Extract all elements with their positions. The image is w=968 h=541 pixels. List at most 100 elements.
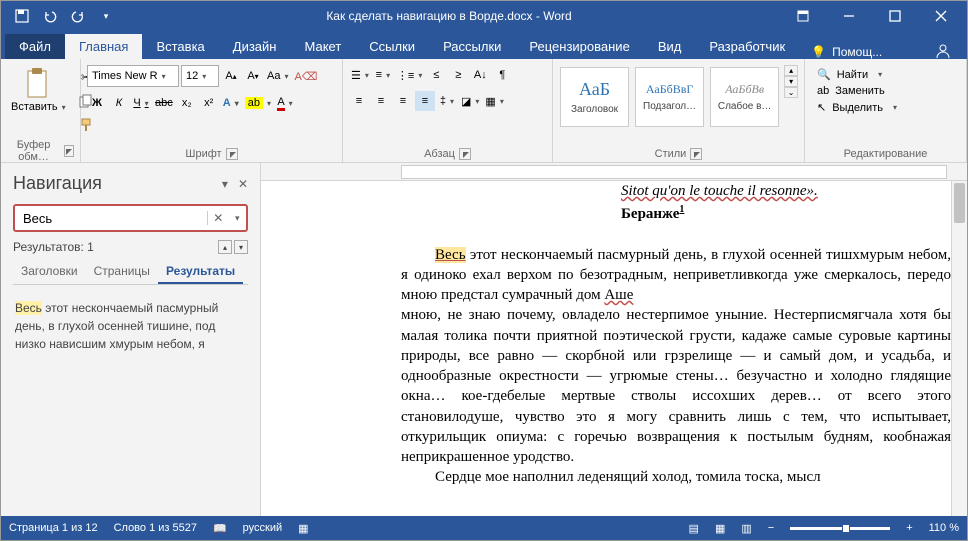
zoom-slider[interactable] xyxy=(790,527,890,530)
paste-button[interactable]: Вставить▾ xyxy=(7,65,70,115)
body-paragraph: Сердце мое наполнил леденящий холод, том… xyxy=(401,467,951,487)
tab-developer[interactable]: Разработчик xyxy=(695,34,799,59)
shrink-font-icon[interactable]: A▾ xyxy=(243,66,263,86)
nav-prev-result[interactable]: ▴ xyxy=(218,240,232,254)
text-effects-icon[interactable]: A▾ xyxy=(221,93,241,113)
status-macro-icon[interactable]: ▦ xyxy=(298,522,308,535)
show-marks-icon[interactable]: ¶ xyxy=(492,65,512,85)
font-name-combo[interactable]: Times New R▾ xyxy=(87,65,179,87)
nav-tab-headings[interactable]: Заголовки xyxy=(13,260,86,284)
tab-layout[interactable]: Макет xyxy=(290,34,355,59)
bold-button[interactable]: Ж xyxy=(87,93,107,113)
nav-tab-results[interactable]: Результаты xyxy=(158,260,243,284)
tab-view[interactable]: Вид xyxy=(644,34,696,59)
tab-design[interactable]: Дизайн xyxy=(219,34,291,59)
numbering-icon[interactable]: ≡▾ xyxy=(373,65,393,85)
account-icon[interactable] xyxy=(923,43,963,59)
status-page[interactable]: Страница 1 из 12 xyxy=(9,522,98,534)
strike-button[interactable]: abc xyxy=(153,93,175,113)
nav-tab-pages[interactable]: Страницы xyxy=(86,260,158,284)
tab-review[interactable]: Рецензирование xyxy=(515,34,643,59)
ribbon-tabs: Файл Главная Вставка Дизайн Макет Ссылки… xyxy=(1,31,967,59)
tab-insert[interactable]: Вставка xyxy=(142,34,218,59)
zoom-in-button[interactable]: + xyxy=(906,522,912,534)
view-web-icon[interactable]: ▥ xyxy=(741,522,751,535)
paragraph-launcher[interactable] xyxy=(459,148,471,160)
nav-search-clear[interactable]: ✕ xyxy=(207,211,228,225)
view-print-icon[interactable]: ▦ xyxy=(715,522,725,535)
font-launcher[interactable] xyxy=(226,148,238,160)
tab-home[interactable]: Главная xyxy=(65,34,142,59)
nav-next-result[interactable]: ▾ xyxy=(234,240,248,254)
ribbon-display-icon[interactable] xyxy=(781,2,825,30)
redo-icon[interactable] xyxy=(67,5,89,27)
sort-icon[interactable]: A↓ xyxy=(470,65,490,85)
search-icon: 🔍 xyxy=(817,68,831,81)
nav-close-icon[interactable]: ✕ xyxy=(238,177,248,191)
maximize-button[interactable] xyxy=(873,2,917,30)
decrease-indent-icon[interactable]: ≤ xyxy=(426,65,446,85)
nav-search-box: ✕ ▾ xyxy=(13,204,248,232)
nav-title: Навигация xyxy=(13,173,102,194)
close-button[interactable] xyxy=(919,2,963,30)
align-right-icon[interactable]: ≡ xyxy=(393,91,413,111)
subscript-button[interactable]: x₂ xyxy=(177,93,197,113)
align-justify-icon[interactable]: ≡ xyxy=(415,91,435,111)
view-read-icon[interactable]: ▤ xyxy=(689,522,699,535)
nav-results-count: Результатов: 1 xyxy=(13,240,94,254)
shading-icon[interactable]: ◪▾ xyxy=(459,91,481,111)
grow-font-icon[interactable]: A▴ xyxy=(221,66,241,86)
zoom-level[interactable]: 110 % xyxy=(929,522,959,534)
styles-launcher[interactable] xyxy=(690,148,702,160)
line-spacing-icon[interactable]: ‡▾ xyxy=(437,91,457,111)
highlight-icon[interactable]: ab▾ xyxy=(243,93,273,113)
tab-mailings[interactable]: Рассылки xyxy=(429,34,515,59)
window-title: Как сделать навигацию в Ворде.docx - Wor… xyxy=(117,9,781,23)
save-icon[interactable] xyxy=(11,5,33,27)
increase-indent-icon[interactable]: ≥ xyxy=(448,65,468,85)
nav-search-dropdown[interactable]: ▾ xyxy=(228,213,246,224)
document-scroll[interactable]: Sitot qu'on le touche il resonne». Беран… xyxy=(261,181,951,518)
horizontal-ruler[interactable] xyxy=(261,163,967,181)
cursor-icon: ↖ xyxy=(817,101,826,114)
align-left-icon[interactable]: ≡ xyxy=(349,91,369,111)
vertical-scrollbar[interactable] xyxy=(951,181,967,518)
status-words[interactable]: Слово 1 из 5527 xyxy=(114,522,197,534)
nav-menu-icon[interactable]: ▾ xyxy=(222,177,228,191)
bullets-icon[interactable]: ☰▾ xyxy=(349,65,371,85)
style-subtitle[interactable]: АаБбВвГПодзагол… xyxy=(635,67,704,127)
superscript-button[interactable]: x² xyxy=(199,93,219,113)
clipboard-launcher[interactable] xyxy=(64,145,74,157)
ribbon: Вставить▾ ✂ Буфер обм… Times New R▾ 12▾ … xyxy=(1,59,967,163)
document-area: Sitot qu'on le touche il resonne». Беран… xyxy=(261,163,967,518)
tell-me[interactable]: 💡Помощ... xyxy=(799,45,894,59)
tab-file[interactable]: Файл xyxy=(5,34,65,59)
font-size-combo[interactable]: 12▾ xyxy=(181,65,219,87)
change-case-button[interactable]: Aa▾ xyxy=(265,66,290,86)
status-language[interactable]: русский xyxy=(243,522,282,534)
minimize-button[interactable] xyxy=(827,2,871,30)
borders-icon[interactable]: ▦▾ xyxy=(483,91,505,111)
undo-icon[interactable] xyxy=(39,5,61,27)
body-paragraph: Весь этот нескончаемый пасмурный день, в… xyxy=(401,245,951,468)
nav-result-item[interactable]: Весь этот нескончаемый пасмурный день, в… xyxy=(13,295,248,357)
clipboard-icon xyxy=(22,67,54,99)
tab-references[interactable]: Ссылки xyxy=(355,34,429,59)
style-subtle[interactable]: АаБбВвСлабое в… xyxy=(710,67,779,127)
style-gallery-scroll[interactable]: ▴▾⌄ xyxy=(784,65,798,98)
underline-button[interactable]: Ч▾ xyxy=(131,93,151,113)
style-heading1[interactable]: АаБЗаголовок xyxy=(560,67,629,127)
qat-customize-icon[interactable]: ▾ xyxy=(95,5,117,27)
align-center-icon[interactable]: ≡ xyxy=(371,91,391,111)
nav-search-input[interactable] xyxy=(15,211,207,226)
zoom-out-button[interactable]: − xyxy=(768,522,774,534)
find-button[interactable]: 🔍Найти▾ xyxy=(815,67,899,82)
replace-button[interactable]: abЗаменить xyxy=(815,84,899,98)
select-button[interactable]: ↖Выделить▾ xyxy=(815,100,899,115)
status-spell-icon[interactable]: 📖 xyxy=(213,522,227,535)
clear-format-icon[interactable]: A⌫ xyxy=(292,66,319,86)
multilevel-icon[interactable]: ⋮≡▾ xyxy=(395,65,424,85)
replace-icon: ab xyxy=(817,85,829,97)
font-color-icon[interactable]: A▾ xyxy=(275,93,295,113)
italic-button[interactable]: К xyxy=(109,93,129,113)
